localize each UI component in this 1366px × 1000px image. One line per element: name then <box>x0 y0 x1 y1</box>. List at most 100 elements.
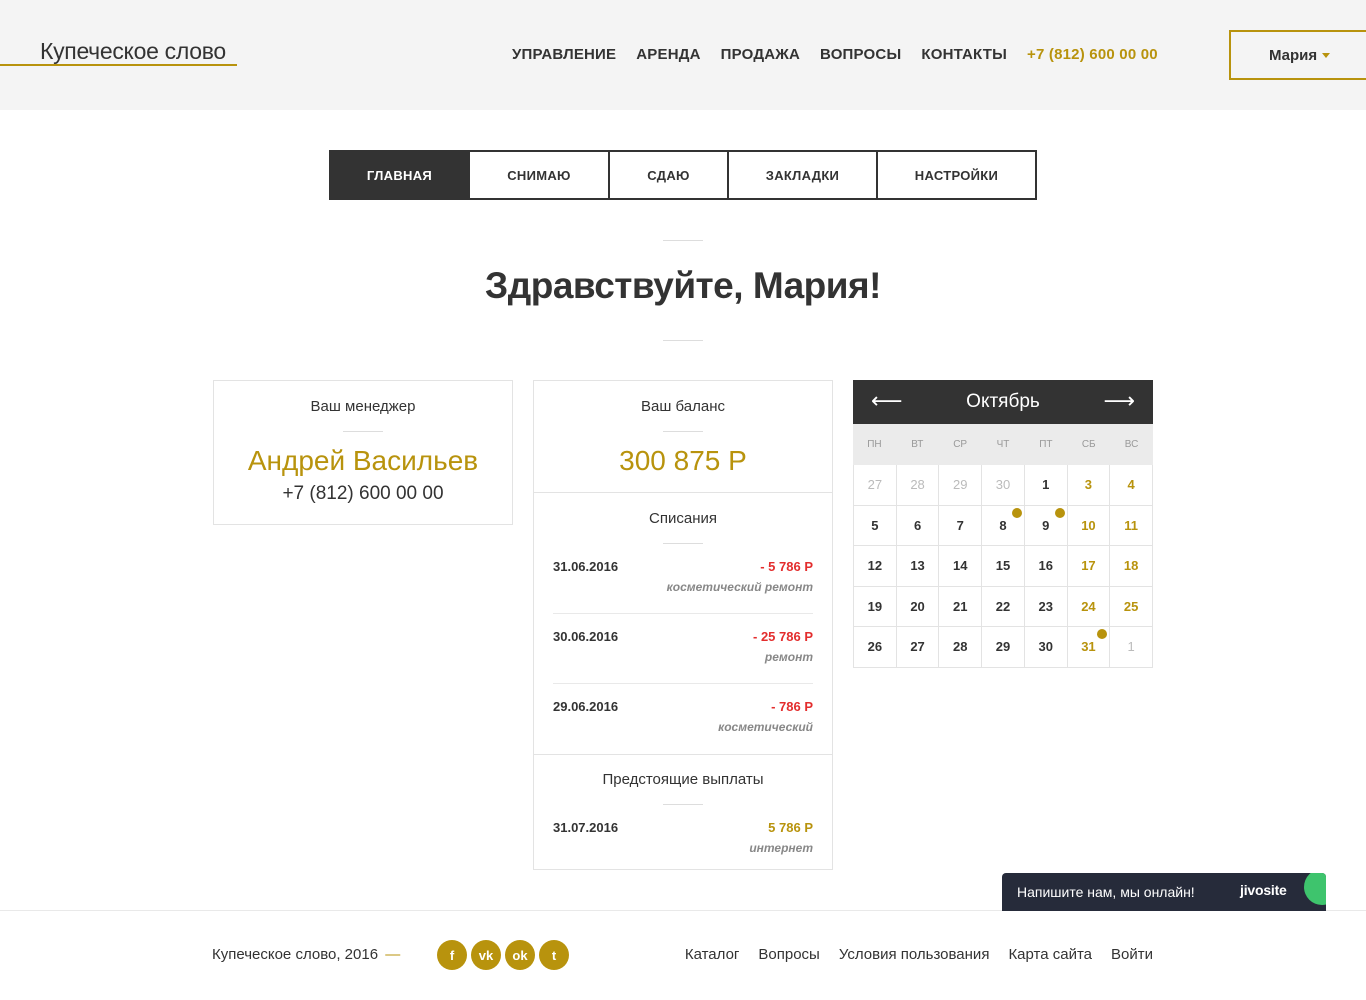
calendar-day[interactable]: 6 <box>896 505 940 547</box>
footer-link-terms[interactable]: Условия пользования <box>839 946 990 963</box>
calendar-day[interactable]: 21 <box>939 586 983 628</box>
calendar-day[interactable]: 27 <box>896 627 940 668</box>
footer-link-faq[interactable]: Вопросы <box>758 946 819 963</box>
chat-message[interactable]: Напишите нам, мы онлайн! <box>1017 884 1195 900</box>
calendar-day[interactable]: 28 <box>939 627 983 668</box>
charge-note: косметический <box>718 720 813 734</box>
list-item: 29.06.2016 - 786 Р косметический <box>553 684 813 754</box>
calendar-day[interactable]: 30 <box>1024 627 1068 668</box>
calendar-day[interactable]: 1 <box>1110 627 1153 668</box>
calendar-day[interactable]: 20 <box>896 586 940 628</box>
list-item: 31.07.2016 5 786 Р интернет <box>553 805 813 875</box>
calendar-day[interactable]: 16 <box>1024 546 1068 587</box>
charge-date: 30.06.2016 <box>553 629 619 644</box>
nav-item-rent[interactable]: АРЕНДА <box>636 46 700 63</box>
calendar-day[interactable]: 8 <box>982 505 1025 547</box>
calendar-day[interactable]: 24 <box>1067 586 1111 628</box>
header-phone-link[interactable]: +7 (812) 600 00 00 <box>1027 46 1158 63</box>
vk-icon[interactable]: vk <box>471 940 501 970</box>
day-number: 31 <box>1081 639 1096 655</box>
site-logo[interactable]: Купеческое слово <box>0 38 237 66</box>
payment-amount: 5 786 Р <box>768 820 813 835</box>
tab-bookmarks[interactable]: ЗАКЛАДКИ <box>729 152 878 198</box>
nav-item-sale[interactable]: ПРОДАЖА <box>721 46 800 63</box>
jivosite-logo: jivosite <box>1240 882 1287 898</box>
day-number: 17 <box>1081 558 1096 574</box>
calendar-day[interactable]: 3 <box>1067 465 1111 506</box>
user-name: Мария <box>1269 46 1318 64</box>
day-number: 30 <box>1038 639 1053 655</box>
calendar-day[interactable]: 11 <box>1110 505 1153 547</box>
calendar: ⟵ Октябрь ⟶ ПН ВТ СР ЧТ ПТ СБ ВС 27 28 29 30 1 3 4 5 6… <box>853 380 1153 668</box>
nav-item-management[interactable]: УПРАВЛЕНИЕ <box>512 46 616 63</box>
footer-links: Каталог Вопросы Условия пользования Карт… <box>666 946 1153 963</box>
manager-phone[interactable]: +7 (812) 600 00 00 <box>214 483 512 505</box>
event-dot-icon <box>1054 507 1065 518</box>
calendar-day[interactable]: 10 <box>1067 505 1111 547</box>
payment-date: 31.07.2016 <box>553 820 619 835</box>
charges-title: Списания <box>649 510 717 527</box>
logo-text[interactable]: Купеческое слово <box>40 38 226 65</box>
calendar-day[interactable]: 19 <box>854 586 897 628</box>
calendar-day[interactable]: 1 <box>1024 465 1068 506</box>
chevron-down-icon <box>1322 52 1331 58</box>
day-number: 23 <box>1038 598 1053 614</box>
calendar-day[interactable]: 31 <box>1067 627 1111 668</box>
charges-section: Списания 31.06.2016 - 5 786 Р косметичес… <box>534 492 832 754</box>
list-item: 30.06.2016 - 25 786 Р ремонт <box>553 614 813 684</box>
charge-amount: - 786 Р <box>771 699 813 714</box>
tab-renting[interactable]: СНИМАЮ <box>470 152 610 198</box>
day-number: 14 <box>953 558 968 574</box>
user-menu-button[interactable]: Мария <box>1229 30 1366 80</box>
odnoklassniki-icon[interactable]: ok <box>505 940 535 970</box>
calendar-day[interactable]: 28 <box>896 465 940 506</box>
day-number: 29 <box>995 639 1011 655</box>
divider <box>343 431 383 432</box>
tab-leasing[interactable]: СДАЮ <box>610 152 729 198</box>
chat-widget[interactable]: Напишите нам, мы онлайн! jivosite <box>1002 873 1326 911</box>
twitter-icon[interactable]: t <box>539 940 569 970</box>
charge-amount: - 5 786 Р <box>760 559 813 574</box>
calendar-day[interactable]: 14 <box>939 546 983 587</box>
balance-amount: 300 875 Р <box>619 445 747 476</box>
page-title: Здравствуйте, Мария! <box>485 265 881 306</box>
day-number: 5 <box>871 517 879 533</box>
day-number: 6 <box>913 517 922 533</box>
calendar-day[interactable]: 9 <box>1024 505 1068 547</box>
arrow-right-icon[interactable]: ⟶ <box>1103 388 1135 414</box>
calendar-day[interactable]: 15 <box>982 546 1025 587</box>
calendar-day[interactable]: 23 <box>1024 586 1068 628</box>
day-number: 19 <box>867 598 883 614</box>
calendar-day[interactable]: 29 <box>939 465 983 506</box>
calendar-day[interactable]: 29 <box>982 627 1025 668</box>
calendar-day[interactable]: 27 <box>854 465 897 506</box>
calendar-day[interactable]: 13 <box>896 546 940 587</box>
footer-link-login[interactable]: Войти <box>1111 946 1153 963</box>
weekday-label: ПТ <box>1039 439 1053 450</box>
calendar-day[interactable]: 7 <box>939 505 983 547</box>
nav-item-faq[interactable]: ВОПРОСЫ <box>820 46 901 63</box>
nav-item-contacts[interactable]: КОНТАКТЫ <box>921 46 1007 63</box>
day-number: 25 <box>1123 598 1139 614</box>
facebook-icon[interactable]: f <box>437 940 467 970</box>
calendar-day[interactable]: 5 <box>854 505 897 547</box>
footer-link-sitemap[interactable]: Карта сайта <box>1008 946 1092 963</box>
calendar-day[interactable]: 12 <box>854 546 897 587</box>
calendar-day[interactable]: 4 <box>1110 465 1153 506</box>
day-number: 4 <box>1127 477 1135 492</box>
balance-title: Ваш баланс <box>640 398 726 415</box>
calendar-day[interactable]: 18 <box>1110 546 1153 587</box>
weekday-label: ВС <box>1124 439 1139 450</box>
divider <box>663 431 703 432</box>
calendar-day[interactable]: 17 <box>1067 546 1111 587</box>
event-dot-icon <box>1011 507 1022 518</box>
calendar-day[interactable]: 22 <box>982 586 1025 628</box>
calendar-weekdays: ПН ВТ СР ЧТ ПТ СБ ВС <box>853 424 1153 465</box>
tab-settings[interactable]: НАСТРОЙКИ <box>878 152 1035 198</box>
calendar-day[interactable]: 25 <box>1110 586 1153 628</box>
footer-link-catalog[interactable]: Каталог <box>685 946 740 963</box>
tab-main[interactable]: ГЛАВНАЯ <box>331 152 470 198</box>
copyright-text: Купеческое слово, 2016 <box>212 946 379 963</box>
calendar-day[interactable]: 26 <box>854 627 897 668</box>
calendar-day[interactable]: 30 <box>982 465 1025 506</box>
